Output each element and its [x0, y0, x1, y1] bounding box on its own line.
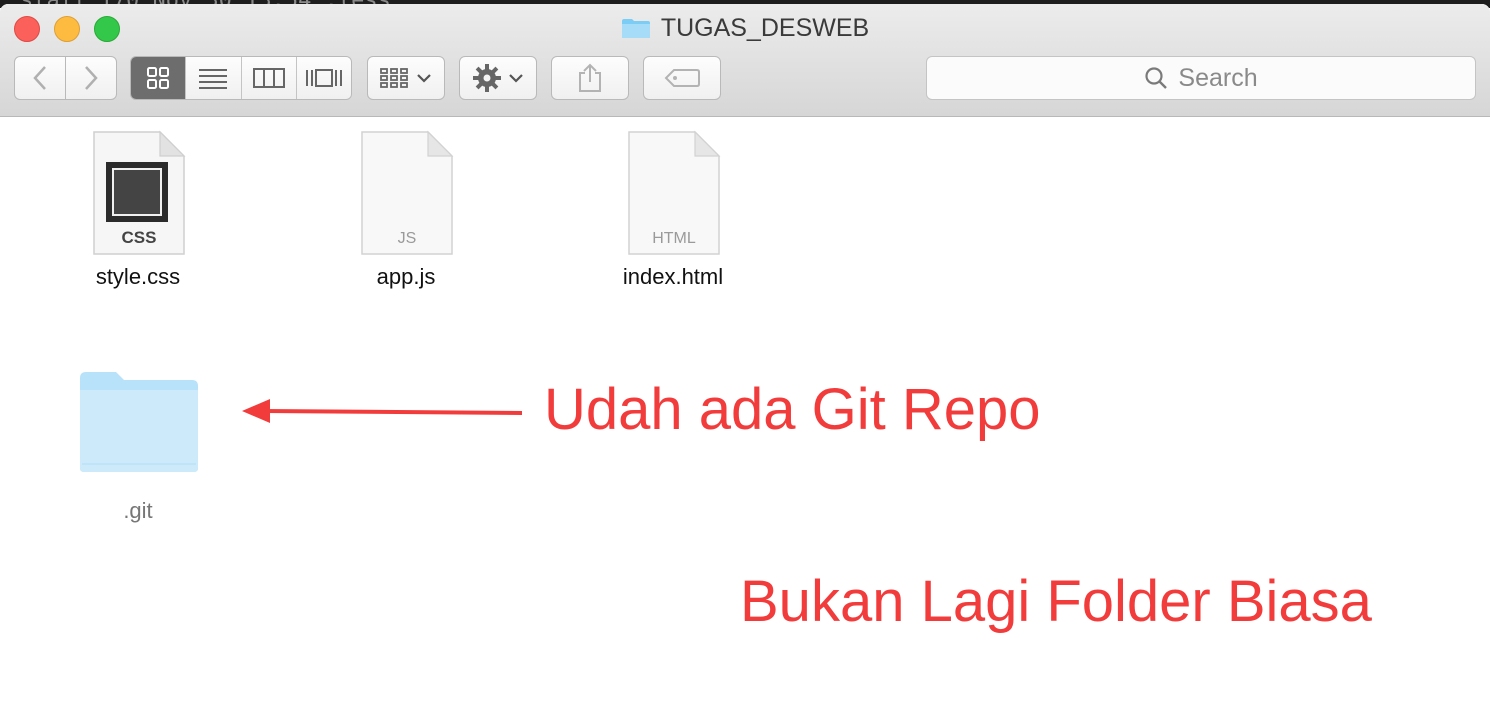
- file-name: style.css: [95, 264, 181, 289]
- chevron-down-icon: [509, 74, 523, 83]
- column-view-button[interactable]: [241, 57, 297, 99]
- list-view-button[interactable]: [186, 57, 242, 99]
- search-placeholder: Search: [1178, 63, 1258, 92]
- window-title-text: TUGAS_DESWEB: [660, 14, 870, 42]
- share-icon: [579, 63, 601, 92]
- file-item-index-html[interactable]: HTML index.html: [603, 130, 743, 290]
- file-item-app-js[interactable]: JS app.js: [336, 130, 476, 290]
- tags-button[interactable]: [643, 56, 721, 100]
- view-mode-control: [130, 56, 352, 100]
- search-field[interactable]: Search: [926, 56, 1476, 100]
- column-view-icon: [252, 68, 285, 88]
- action-button[interactable]: [459, 56, 537, 100]
- file-item-style-css[interactable]: CSS style.css: [68, 130, 208, 290]
- back-icon: [33, 66, 46, 90]
- toolbar: TUGAS_DESWEB Search: [0, 4, 1490, 117]
- css-file-icon: CSS: [93, 130, 186, 255]
- js-file-icon: JS: [361, 130, 454, 255]
- finder-window: TUGAS_DESWEB Search CSS style.css JS app…: [0, 4, 1490, 704]
- forward-button[interactable]: [65, 56, 117, 100]
- forward-icon: [85, 66, 98, 90]
- annotation-not-normal-folder: Bukan Lagi Folder Biasa: [740, 569, 1372, 634]
- window-title: TUGAS_DESWEB: [0, 14, 1490, 43]
- tags-icon: [664, 69, 700, 87]
- html-file-icon: HTML: [628, 130, 721, 255]
- chevron-down-icon: [417, 74, 431, 83]
- annotation-arrow: [242, 399, 523, 423]
- folder-icon: [80, 372, 198, 472]
- file-name: app.js: [376, 264, 436, 289]
- search-icon: [1145, 67, 1168, 89]
- file-badge: HTML: [652, 230, 696, 247]
- file-badge: JS: [398, 230, 417, 247]
- list-view-icon: [199, 69, 228, 89]
- arrange-icon: [380, 68, 408, 88]
- share-button[interactable]: [551, 56, 629, 100]
- icon-view-icon: [147, 67, 170, 89]
- icon-view-button[interactable]: [131, 57, 187, 99]
- back-button[interactable]: [14, 56, 66, 100]
- folder-item-git[interactable]: .git: [68, 370, 208, 524]
- annotation-git-repo: Udah ada Git Repo: [544, 377, 1041, 442]
- folder-icon: [621, 19, 650, 38]
- folder-name: .git: [123, 498, 153, 523]
- action-gear-icon: [473, 64, 501, 92]
- file-badge: CSS: [122, 228, 157, 247]
- file-name: index.html: [622, 264, 724, 289]
- cover-flow-button[interactable]: [296, 57, 351, 99]
- arrange-button[interactable]: [367, 56, 445, 100]
- cover-flow-icon: [305, 69, 342, 87]
